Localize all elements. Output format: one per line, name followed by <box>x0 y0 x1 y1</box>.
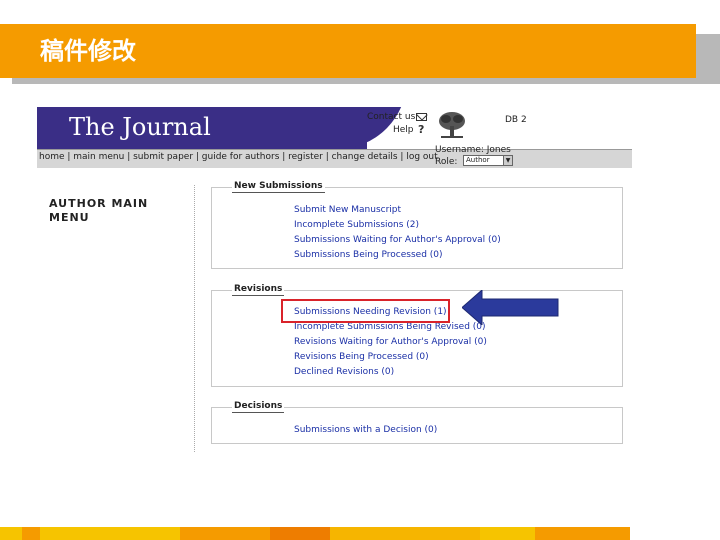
nav-links[interactable]: home | main menu | submit paper | guide … <box>39 152 438 162</box>
role-select-value: Author <box>466 156 490 164</box>
strip-segment <box>180 527 270 540</box>
submit-new-manuscript-link[interactable]: Submit New Manuscript <box>294 204 401 216</box>
db-label: DB 2 <box>505 115 527 125</box>
waiting-approval-link[interactable]: Submissions Waiting for Author's Approva… <box>294 234 501 246</box>
bottom-color-strip <box>0 527 630 540</box>
strip-segment <box>480 527 535 540</box>
strip-segment <box>22 527 40 540</box>
username-label: Username: Jones <box>435 145 511 155</box>
revisions-being-processed-link[interactable]: Revisions Being Processed (0) <box>294 351 429 363</box>
strip-segment <box>0 527 22 540</box>
mail-icon[interactable] <box>416 113 427 121</box>
new-submissions-title: New Submissions <box>232 181 325 193</box>
strip-segment <box>330 527 480 540</box>
new-submissions-section: New Submissions Submit New Manuscript In… <box>211 181 623 269</box>
help-icon[interactable]: ? <box>418 123 424 136</box>
declined-revisions-link[interactable]: Declined Revisions (0) <box>294 366 394 378</box>
highlight-box <box>281 299 450 323</box>
decisions-title: Decisions <box>232 401 285 413</box>
chevron-down-icon[interactable]: ▼ <box>503 156 512 165</box>
incomplete-submissions-link[interactable]: Incomplete Submissions (2) <box>294 219 419 231</box>
strip-segment <box>535 527 630 540</box>
role-select[interactable]: Author ▼ <box>463 155 513 166</box>
revisions-title: Revisions <box>232 284 285 296</box>
being-processed-link[interactable]: Submissions Being Processed (0) <box>294 249 443 261</box>
decisions-section: Decisions Submissions with a Decision (0… <box>211 401 623 444</box>
help-link[interactable]: Help <box>393 125 414 135</box>
column-divider <box>194 185 195 452</box>
journal-screenshot: The Journal Contact us Help ? DB 2 home … <box>37 107 632 452</box>
left-arrow-icon <box>462 290 559 325</box>
strip-segment <box>40 527 180 540</box>
journal-title: The Journal <box>69 113 211 141</box>
role-label: Role: <box>435 157 458 167</box>
submissions-with-decision-link[interactable]: Submissions with a Decision (0) <box>294 424 437 436</box>
author-main-menu-heading: AUTHOR MAIN MENU <box>49 197 149 224</box>
journal-header: The Journal Contact us Help ? DB 2 <box>37 107 632 149</box>
elsevier-tree-logo <box>437 110 467 140</box>
revisions-waiting-approval-link[interactable]: Revisions Waiting for Author's Approval … <box>294 336 487 348</box>
slide-title: 稿件修改 <box>40 37 136 65</box>
strip-segment <box>270 527 330 540</box>
contact-us-link[interactable]: Contact us <box>367 112 415 122</box>
